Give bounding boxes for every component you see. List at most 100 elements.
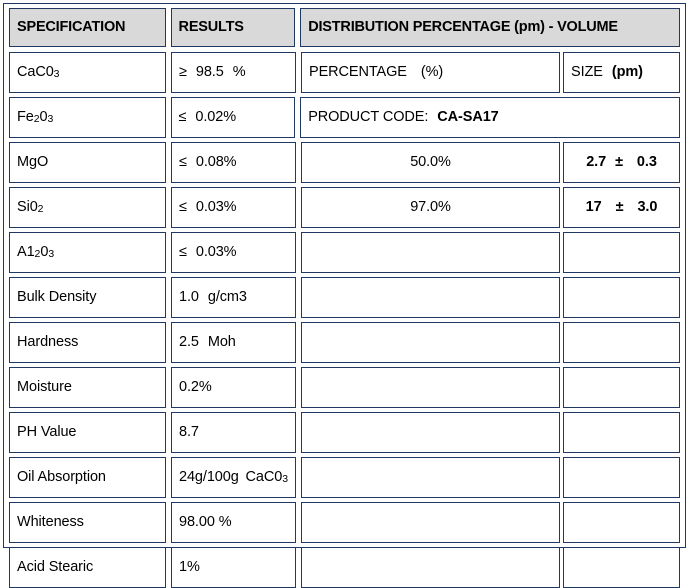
spec-label: Oil Absorption bbox=[17, 468, 106, 485]
result-unit: Moh bbox=[207, 333, 236, 350]
distribution-percentage-value: 97.0% bbox=[410, 198, 451, 215]
spec-cell-hardness: Hardness bbox=[9, 322, 166, 363]
result-cell-moisture: 0.2% bbox=[171, 367, 296, 408]
spec-label: Bulk Density bbox=[17, 288, 97, 305]
distribution-percentage-cell-empty bbox=[301, 412, 560, 453]
spec-subscript-2: 3 bbox=[47, 113, 54, 125]
subheader-size-label: SIZE bbox=[571, 63, 603, 80]
distribution-percentage-cell: 97.0% bbox=[301, 187, 560, 228]
table-row: Acid Stearic 1% bbox=[9, 547, 680, 588]
distribution-size-cell-empty bbox=[563, 502, 680, 543]
result-operator: ≤ bbox=[179, 243, 187, 260]
column-header-distribution: DISTRIBUTION PERCENTAGE (pm) - VOLUME bbox=[300, 8, 680, 47]
spec-label: PH Value bbox=[17, 423, 77, 440]
table-grid: SPECIFICATION RESULTS DISTRIBUTION PERCE… bbox=[4, 4, 685, 588]
spec-subscript: 3 bbox=[53, 68, 60, 80]
result-cell-caco3: ≥98.5% bbox=[171, 52, 296, 93]
spec-cell-sio2: Si0 2 bbox=[9, 187, 166, 228]
subheader-percentage-label: PERCENTAGE bbox=[309, 63, 407, 80]
result-operator: ≥ bbox=[179, 63, 187, 80]
result-value: 98.5 bbox=[195, 63, 224, 80]
distribution-size-cell-empty bbox=[563, 367, 680, 408]
spec-label-tail: 0 bbox=[40, 243, 49, 260]
distribution-percentage-value: 50.0% bbox=[410, 153, 451, 170]
spec-cell-bulk-density: Bulk Density bbox=[9, 277, 166, 318]
distribution-size-cell-empty bbox=[563, 457, 680, 498]
distribution-size-cell-empty bbox=[563, 277, 680, 318]
spec-subscript: 2 bbox=[37, 203, 44, 215]
spec-label: Hardness bbox=[17, 333, 79, 350]
distribution-percentage-cell: 50.0% bbox=[301, 142, 560, 183]
table-row: PH Value 8.7 bbox=[9, 412, 680, 453]
result-value: 98.00 % bbox=[179, 513, 232, 530]
result-value: 1.0 bbox=[179, 288, 199, 305]
plus-minus-icon: ± bbox=[615, 153, 623, 170]
table-row: Whiteness 98.00 % bbox=[9, 502, 680, 543]
subheader-percentage-unit: (%) bbox=[420, 63, 444, 80]
table-row: Hardness 2.5 Moh bbox=[9, 322, 680, 363]
result-value: 0.03% bbox=[195, 243, 237, 260]
distribution-size-cell-empty bbox=[563, 232, 680, 273]
result-cell-al2o3: ≤0.03% bbox=[171, 232, 296, 273]
spec-subscript-2: 3 bbox=[48, 248, 55, 260]
spec-subscript: 2 bbox=[33, 113, 40, 125]
result-cell-hardness: 2.5 Moh bbox=[171, 322, 296, 363]
table-row: Fe 2 0 3 ≤0.02% PRODUCT CODE: CA-SA17 bbox=[9, 97, 680, 138]
result-operator: ≤ bbox=[178, 108, 187, 125]
spec-subscript: 2 bbox=[34, 248, 41, 260]
spec-cell-whiteness: Whiteness bbox=[9, 502, 166, 543]
result-cell-bulk-density: 1.0 g/cm3 bbox=[171, 277, 296, 318]
result-value: 24g/100g bbox=[179, 468, 239, 485]
result-cell-acid-stearic: 1% bbox=[171, 547, 296, 588]
result-cell-ph-value: 8.7 bbox=[171, 412, 296, 453]
column-header-results: RESULTS bbox=[170, 8, 296, 47]
spec-label: Whiteness bbox=[17, 513, 84, 530]
result-cell-sio2: ≤0.03% bbox=[171, 187, 296, 228]
spec-cell-fe2o3: Fe 2 0 3 bbox=[9, 97, 166, 138]
spec-label: CaC0 bbox=[17, 63, 54, 80]
spec-cell-acid-stearic: Acid Stearic bbox=[9, 547, 166, 588]
distribution-percentage-cell-empty bbox=[301, 502, 560, 543]
result-cell-oil-absorption: 24g/100g CaC0 3 bbox=[171, 457, 296, 498]
distribution-size-value: 17 bbox=[585, 198, 602, 215]
result-cell-fe2o3: ≤0.02% bbox=[170, 97, 296, 138]
result-value: 0.2% bbox=[179, 378, 212, 395]
result-value: 0.08% bbox=[195, 153, 237, 170]
distribution-size-cell-empty bbox=[563, 322, 680, 363]
spec-cell-mgo: MgO bbox=[9, 142, 166, 183]
column-header-distribution-label: DISTRIBUTION PERCENTAGE (pm) - VOLUME bbox=[308, 18, 618, 35]
distribution-percentage-cell-empty bbox=[301, 367, 560, 408]
result-value: 0.02% bbox=[195, 108, 237, 125]
spec-label: A1 bbox=[17, 243, 35, 260]
distribution-percentage-cell-empty bbox=[301, 322, 560, 363]
result-operator: ≤ bbox=[179, 153, 187, 170]
distribution-size-cell: 2.7 ±0.3 bbox=[563, 142, 680, 183]
result-cell-whiteness: 98.00 % bbox=[171, 502, 296, 543]
distribution-size-cell-empty bbox=[563, 547, 680, 588]
distribution-percentage-cell-empty bbox=[301, 547, 560, 588]
spec-label: Moisture bbox=[17, 378, 72, 395]
table-header-row: SPECIFICATION RESULTS DISTRIBUTION PERCE… bbox=[9, 8, 680, 47]
spec-cell-ph-value: PH Value bbox=[9, 412, 166, 453]
plus-minus-icon: ± bbox=[615, 198, 624, 215]
product-code-value: CA-SA17 bbox=[437, 108, 499, 125]
result-value: 1% bbox=[179, 558, 200, 575]
result-unit: % bbox=[232, 63, 246, 80]
table-row: A1 2 0 3 ≤0.03% bbox=[9, 232, 680, 273]
subheader-size-unit: (pm) bbox=[611, 63, 643, 80]
distribution-size-tolerance: 3.0 bbox=[637, 198, 658, 215]
spec-cell-al2o3: A1 2 0 3 bbox=[9, 232, 166, 273]
spec-label: Si0 bbox=[17, 198, 38, 215]
distribution-percentage-cell-empty bbox=[301, 232, 560, 273]
result-unit: g/cm3 bbox=[207, 288, 247, 305]
distribution-percentage-cell-empty bbox=[301, 457, 560, 498]
spec-label: MgO bbox=[17, 153, 49, 170]
distribution-percentage-cell-empty bbox=[301, 277, 560, 318]
product-code-label: PRODUCT CODE: bbox=[308, 108, 429, 125]
table-row: Oil Absorption 24g/100g CaC0 3 bbox=[9, 457, 680, 498]
column-header-specification: SPECIFICATION bbox=[9, 8, 166, 47]
distribution-size-cell-empty bbox=[563, 412, 680, 453]
distribution-size-tolerance: 0.3 bbox=[636, 153, 657, 170]
table-row: MgO ≤0.08% 50.0% 2.7 ±0.3 bbox=[9, 142, 680, 183]
spec-cell-caco3: CaC0 3 bbox=[9, 52, 166, 93]
